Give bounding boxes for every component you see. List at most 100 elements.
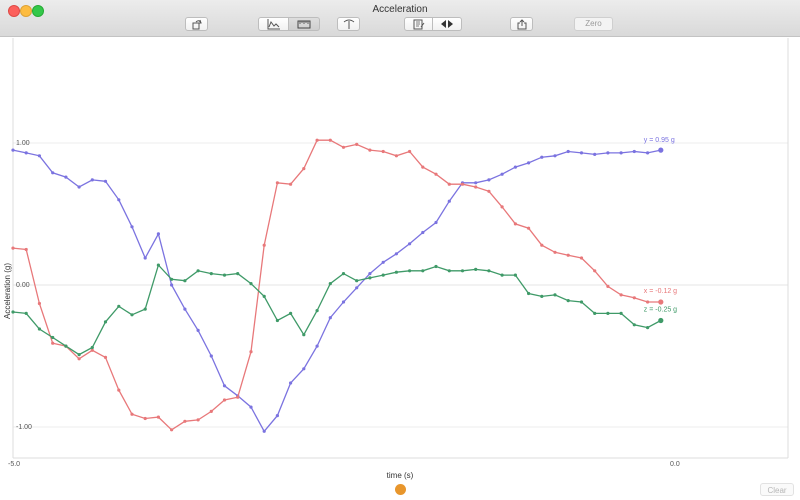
data-point-z [222,273,227,277]
data-point-x [368,148,372,152]
data-point-y [355,286,359,290]
notes-button[interactable] [404,17,433,31]
data-point-z [130,313,134,317]
data-point-x [275,181,279,185]
data-point-z [24,311,28,315]
acceleration-chart: 1.00 0.00 -1.00 -5.0 0.0 time (s) Accele… [3,38,789,480]
data-point-y [103,179,108,183]
data-point-y [632,149,636,154]
y-axis-label: Acceleration (g) [3,263,12,319]
series-value-label-y: y = 0.95 g [644,137,675,144]
data-point-y [408,242,412,246]
meter-view-button[interactable] [289,17,320,31]
data-point-z [381,273,385,277]
data-point-z [302,333,306,337]
data-point-x [381,149,385,154]
data-point-x [249,350,253,354]
data-point-z [11,310,15,314]
data-point-y [51,171,55,175]
data-point-y [117,198,121,202]
x-axis-label: time (s) [387,471,414,480]
data-point-y [209,354,213,358]
data-point-z [315,309,319,313]
data-point-z [394,270,398,274]
data-point-y [381,260,385,264]
data-point-y [341,300,346,304]
data-point-z [421,269,425,273]
left-right-arrows-icon [441,20,453,28]
data-point-z [37,327,42,331]
data-point-x [619,293,623,297]
data-point-x [236,395,240,399]
data-point-z [566,299,570,303]
data-point-x [143,416,147,421]
data-point-y [249,405,253,409]
data-point-z [236,272,240,276]
series-line-y [12,149,661,433]
data-point-z [487,269,491,273]
data-point-z [593,311,597,315]
data-point-x [315,138,319,142]
rotate-button[interactable] [185,17,208,31]
data-point-z [606,311,610,315]
time-scrubber-handle[interactable] [395,484,406,495]
plot-area[interactable]: 1.00 0.00 -1.00 -5.0 0.0 time (s) Accele… [0,38,800,500]
data-point-y [593,152,597,156]
data-point-x [447,182,451,186]
data-point-z [619,311,623,315]
data-point-y [619,151,623,155]
trigger-button[interactable] [337,17,360,31]
data-point-y [500,172,504,176]
y-tick-label: 1.00 [16,140,30,147]
step-arrows-button[interactable] [433,17,462,31]
data-point-x [262,243,266,247]
data-point-z [64,344,68,348]
clear-button[interactable]: Clear [760,483,794,496]
data-point-y [447,199,451,203]
data-point-z [289,311,293,315]
data-point-y [606,151,610,155]
share-button[interactable] [510,17,533,31]
notes-icon [413,19,424,29]
x-tick-label: -5.0 [8,461,20,468]
data-point-z [341,272,346,276]
data-point-x [130,412,134,416]
data-point-y [77,185,81,189]
data-point-z [579,300,584,304]
series-value-label-z: z = -0.25 g [644,307,677,314]
y-tick-label: 0.00 [16,282,30,289]
meter-icon [297,20,311,28]
data-point-y [394,252,398,256]
data-point-x [328,138,332,142]
data-point-y [222,384,227,388]
zero-button[interactable]: Zero [574,17,613,31]
graph-view-button[interactable] [258,17,289,31]
data-point-z [249,282,253,286]
data-point-x [156,415,160,419]
data-point-z [196,269,200,273]
title-bar: Acceleration Zero [0,0,800,37]
y-tick-label: -1.00 [16,424,32,431]
data-point-z [183,279,187,283]
data-point-x [579,256,584,260]
data-point-y [421,230,425,235]
series-z: z = -0.25 g [11,263,677,357]
data-point-z [328,282,332,286]
data-point-y [183,307,187,311]
data-point-x [77,357,81,361]
data-point-y [143,256,147,260]
data-point-x [646,300,650,304]
data-point-z [156,263,160,267]
data-point-x [434,172,438,176]
data-point-x [566,253,570,257]
data-point-y [328,316,332,320]
series-value-label-x: x = -0.12 g [644,288,677,295]
data-point-y [275,414,279,418]
data-point-x [37,301,42,306]
data-point-y [487,178,491,182]
data-point-y [196,328,200,332]
data-point-x [222,398,227,402]
rotate-icon [192,19,202,29]
data-point-x [474,185,478,189]
data-point-z [646,326,650,330]
